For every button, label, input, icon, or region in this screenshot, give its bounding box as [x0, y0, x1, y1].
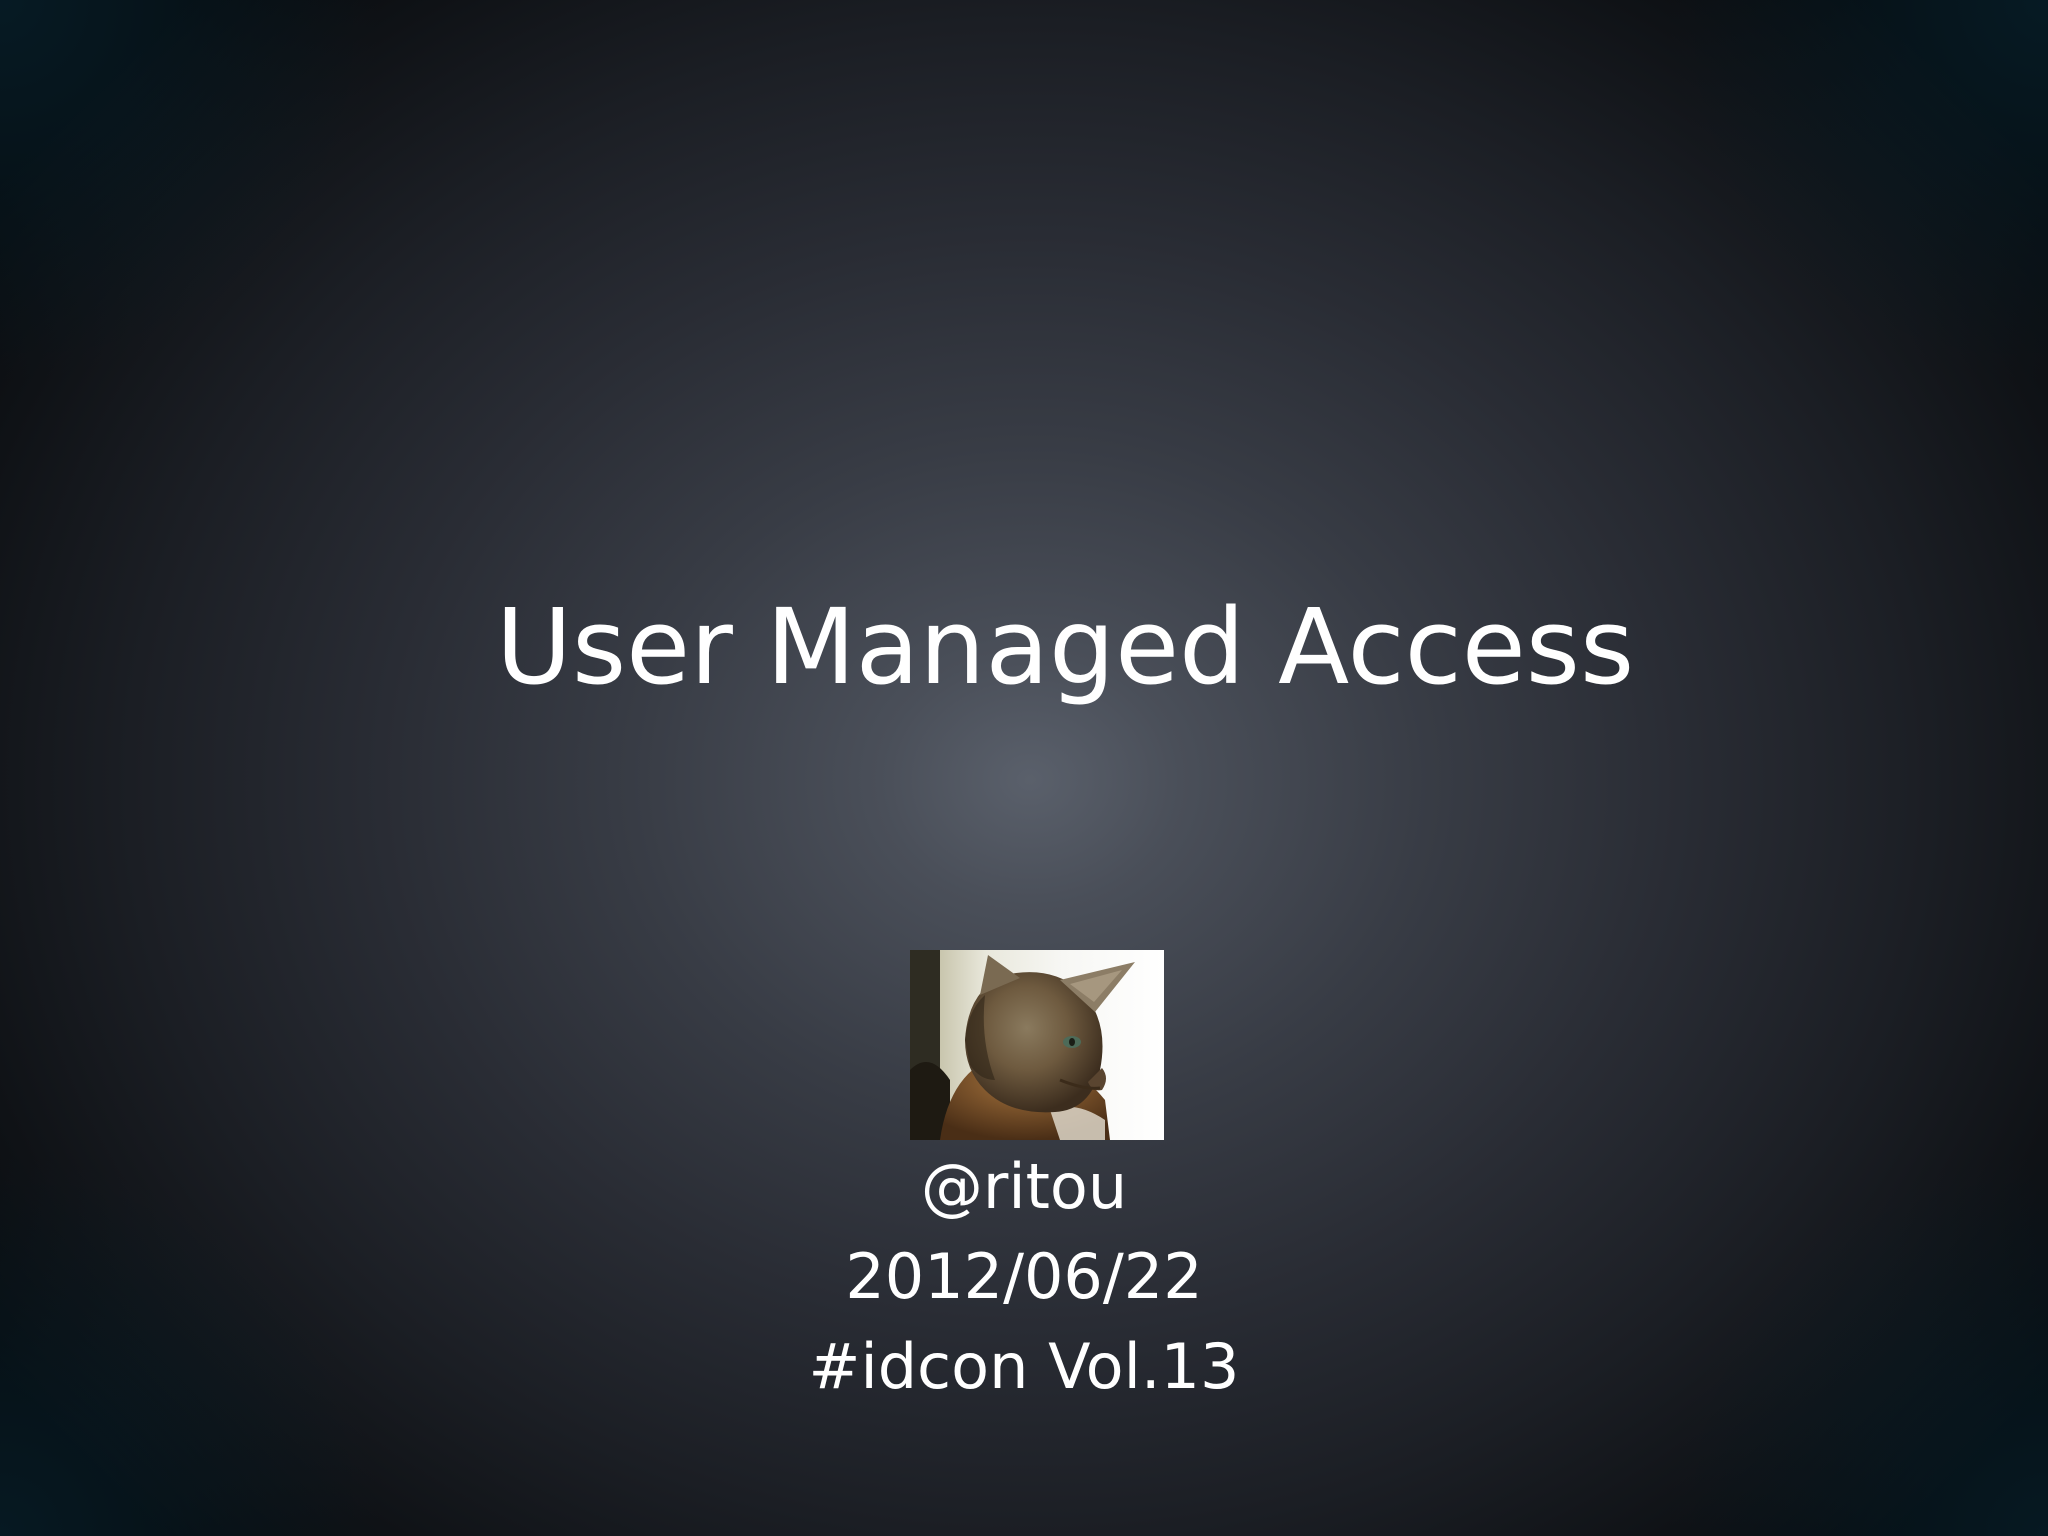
cat-photo-icon: [910, 950, 1164, 1140]
title-slide: User Managed Access @ritou 2012/06/22 #i…: [0, 0, 2048, 1536]
author-avatar: [910, 950, 1164, 1140]
event-name: #idcon Vol.13: [808, 1330, 1240, 1403]
author-handle: @ritou: [920, 1150, 1128, 1223]
presentation-date: 2012/06/22: [845, 1240, 1203, 1313]
slide-title: User Managed Access: [495, 586, 1635, 708]
